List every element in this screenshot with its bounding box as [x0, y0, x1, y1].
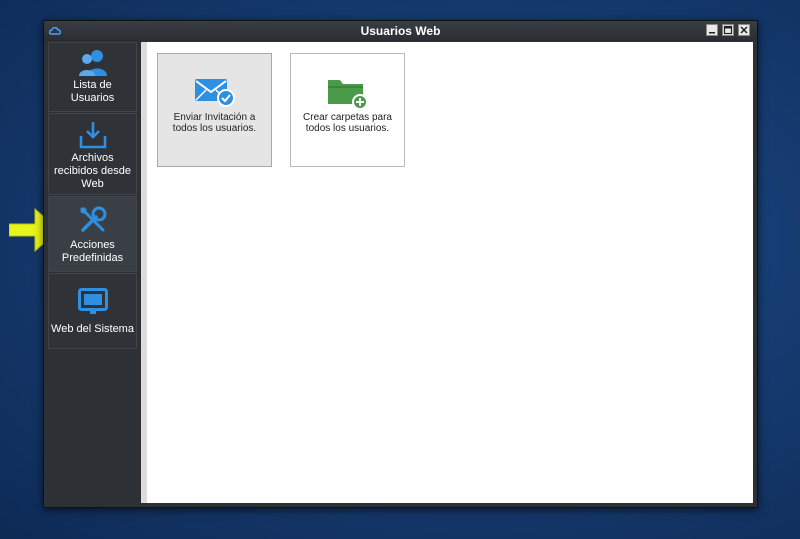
users-icon	[78, 50, 107, 76]
sidebar-item-label: Archivos recibidos desde Web	[53, 152, 132, 190]
sidebar-item-label: Acciones Predefinidas	[61, 239, 124, 264]
tile-label: Enviar Invitación a todos los usuarios.	[172, 112, 257, 134]
close-icon	[740, 26, 748, 34]
sidebar-item-label: Web del Sistema	[51, 323, 134, 335]
main-content: Enviar Invitación a todos los usuarios. …	[141, 42, 753, 503]
title-bar[interactable]: Usuarios Web	[44, 21, 757, 41]
sidebar: Lista de Usuarios Archivos recibidos des…	[47, 42, 139, 504]
sidebar-item-user-list[interactable]: Lista de Usuarios	[48, 42, 137, 112]
monitor-icon	[77, 288, 108, 314]
content-divider	[141, 42, 147, 503]
sidebar-item-predefined-actions[interactable]: Acciones Predefinidas	[48, 196, 137, 272]
minimize-button[interactable]	[706, 24, 718, 36]
sidebar-item-system-web[interactable]: Web del Sistema	[48, 273, 137, 349]
maximize-button[interactable]	[722, 24, 734, 36]
sidebar-item-received-files[interactable]: Archivos recibidos desde Web	[48, 113, 137, 195]
tile-send-invitation[interactable]: Enviar Invitación a todos los usuarios.	[157, 53, 272, 167]
maximize-icon	[723, 25, 733, 35]
tile-create-folders[interactable]: Crear carpetas para todos los usuarios.	[290, 53, 405, 167]
window-title: Usuarios Web	[360, 24, 441, 38]
app-window: Usuarios Web Lista de Usuarios Archivos …	[43, 20, 758, 508]
mail-check-icon	[194, 79, 235, 107]
download-tray-icon	[79, 122, 106, 149]
close-button[interactable]	[738, 24, 750, 36]
sidebar-item-label: Lista de Usuarios	[70, 79, 115, 104]
folder-add-icon	[327, 80, 368, 110]
minimize-icon	[709, 32, 715, 34]
tile-label: Crear carpetas para todos los usuarios.	[303, 112, 392, 134]
tools-icon	[79, 206, 106, 232]
